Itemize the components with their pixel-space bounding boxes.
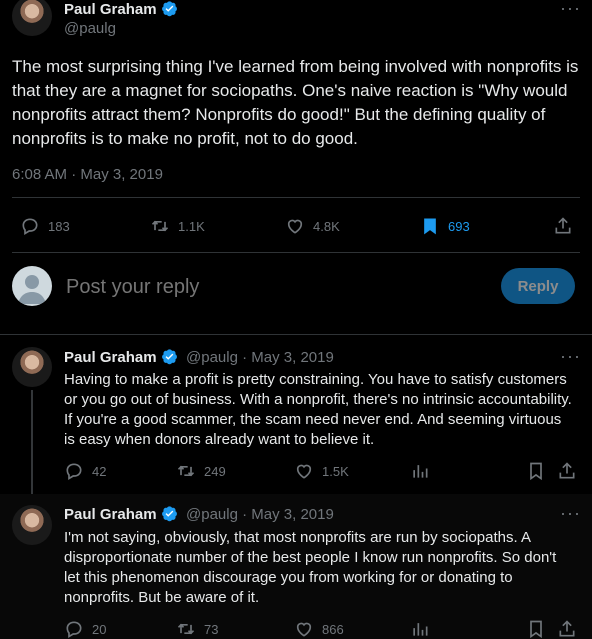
verified-badge-icon (161, 506, 177, 522)
reply-2-reply-button[interactable]: 20 (64, 619, 106, 639)
reply-1-like-count: 1.5K (322, 463, 349, 479)
main-avatar[interactable] (12, 0, 52, 36)
main-like-button[interactable]: 4.8K (285, 216, 340, 236)
reply-2-like-button[interactable]: 866 (294, 619, 344, 639)
reply-2-avatar[interactable] (12, 505, 52, 545)
main-reply-button[interactable]: 183 (20, 216, 70, 236)
reply-icon (66, 463, 82, 480)
bookmark-icon (530, 462, 542, 481)
reply-1-avatar[interactable] (12, 347, 52, 387)
reply-1-more-icon[interactable]: ··· (560, 346, 581, 367)
reply-2-author-name[interactable]: Paul Graham (64, 506, 157, 523)
reply-input[interactable] (64, 272, 488, 302)
share-icon (559, 620, 575, 637)
main-reply-count: 183 (48, 218, 70, 234)
composer-avatar (12, 266, 52, 306)
reply-1-reply-button[interactable]: 42 (64, 461, 106, 481)
divider (12, 252, 580, 253)
main-tweet-text: The most surprising thing I've learned f… (12, 57, 579, 148)
divider (12, 197, 580, 198)
reply-icon (22, 218, 38, 235)
retweet-icon (151, 220, 169, 232)
main-retweet-count: 1.1K (178, 218, 205, 234)
default-user-icon (18, 275, 46, 304)
reply-2-handle-date[interactable]: @paulg · May 3, 2019 (186, 506, 334, 523)
divider (0, 334, 592, 335)
reply-2-share-button[interactable] (557, 619, 577, 639)
thread-connector (31, 390, 33, 494)
heart-icon (287, 219, 303, 234)
main-bookmark-button[interactable]: 693 (420, 216, 470, 236)
bookmark-filled-icon (424, 218, 436, 235)
reply-icon (66, 621, 82, 638)
analytics-icon (413, 623, 428, 636)
bookmark-icon (530, 620, 542, 639)
main-tweet-timestamp[interactable]: 6:08 AM · May 3, 2019 (12, 166, 163, 183)
reply-1-retweet-button[interactable]: 249 (176, 461, 226, 481)
main-share-button[interactable] (553, 216, 573, 236)
reply-1-bookmark-button[interactable] (526, 461, 546, 481)
main-more-icon[interactable]: ··· (560, 0, 581, 19)
main-author-name[interactable]: Paul Graham (64, 1, 157, 18)
reply-2-views-button[interactable] (410, 619, 430, 639)
main-bookmark-count: 693 (448, 218, 470, 234)
reply-2-retweet-count: 73 (204, 621, 219, 637)
reply-1-like-button[interactable]: 1.5K (294, 461, 349, 481)
main-author-row: Paul Graham (64, 0, 178, 19)
tweet-thread: Paul Graham @paulg ··· The most surprisi… (0, 0, 592, 639)
main-retweet-button[interactable]: 1.1K (150, 216, 205, 236)
reply-2-reply-count: 20 (92, 621, 107, 637)
main-author-handle[interactable]: @paulg (64, 20, 116, 37)
reply-button[interactable]: Reply (501, 268, 575, 304)
reply-1-reply-count: 42 (92, 463, 107, 479)
reply-1-author-row: Paul Graham @paulg · May 3, 2019 (64, 348, 334, 367)
share-icon (559, 462, 575, 479)
reply-1-share-button[interactable] (557, 461, 577, 481)
reply-2-author-row: Paul Graham @paulg · May 3, 2019 (64, 505, 334, 524)
heart-icon (296, 464, 312, 479)
main-like-count: 4.8K (313, 218, 340, 234)
heart-icon (296, 622, 312, 637)
reply-2-like-count: 866 (322, 621, 344, 637)
retweet-icon (177, 465, 195, 477)
share-icon (555, 217, 571, 234)
reply-1-text: Having to make a profit is pretty constr… (64, 371, 572, 448)
reply-2-bookmark-button[interactable] (526, 619, 546, 639)
reply-1-author-name[interactable]: Paul Graham (64, 349, 157, 366)
analytics-icon (413, 465, 428, 478)
verified-badge-icon (161, 1, 177, 17)
reply-2-text: I'm not saying, obviously, that most non… (64, 529, 557, 606)
reply-2-more-icon[interactable]: ··· (560, 503, 581, 524)
reply-2-retweet-button[interactable]: 73 (176, 619, 218, 639)
reply-1-views-button[interactable] (410, 461, 430, 481)
verified-badge-icon (161, 349, 177, 365)
reply-1-handle-date[interactable]: @paulg · May 3, 2019 (186, 349, 334, 366)
retweet-icon (177, 623, 195, 635)
reply-1-retweet-count: 249 (204, 463, 226, 479)
